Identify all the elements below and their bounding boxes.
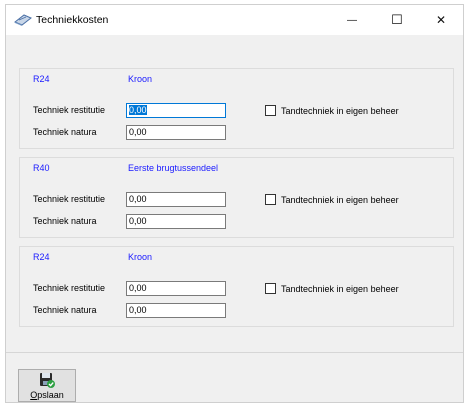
treatment-description: Eerste brugtussendeel bbox=[128, 163, 219, 173]
eigen-beheer-checkbox-row[interactable]: Tandtechniek in eigen beheer bbox=[265, 105, 399, 116]
natura-input[interactable]: 0,00 bbox=[126, 125, 226, 140]
save-button[interactable]: Opslaan bbox=[18, 369, 76, 402]
minimize-button[interactable]: — bbox=[330, 5, 374, 35]
restitutie-input[interactable]: 0,00 bbox=[126, 103, 226, 118]
natura-label: Techniek natura bbox=[33, 216, 97, 226]
restitutie-input[interactable]: 0,00 bbox=[126, 192, 226, 207]
eigen-beheer-checkbox[interactable] bbox=[265, 283, 276, 294]
maximize-icon: ☐ bbox=[391, 12, 403, 27]
treatment-code: R24 bbox=[33, 74, 50, 84]
maximize-button[interactable]: ☐ bbox=[375, 5, 419, 35]
treatment-group-1: R24 Kroon Techniek restitutie 0,00 Techn… bbox=[19, 68, 454, 149]
close-icon: ✕ bbox=[435, 13, 447, 27]
natura-input[interactable]: 0,00 bbox=[126, 214, 226, 229]
eigen-beheer-label: Tandtechniek in eigen beheer bbox=[281, 283, 399, 294]
treatment-description: Kroon bbox=[128, 252, 153, 262]
treatment-group-3: R24 Kroon Techniek restitutie 0,00 Techn… bbox=[19, 246, 454, 327]
title-bar[interactable]: Techniekkosten — ☐ ✕ bbox=[6, 5, 463, 35]
treatment-code: R40 bbox=[33, 163, 50, 173]
footer-separator bbox=[6, 352, 463, 353]
restitutie-label: Techniek restitutie bbox=[33, 194, 106, 204]
save-disk-icon bbox=[39, 372, 55, 388]
treatment-description: Kroon bbox=[128, 74, 153, 84]
techniekkosten-window: Techniekkosten — ☐ ✕ R24 Kroon Techniek … bbox=[5, 4, 464, 403]
natura-label: Techniek natura bbox=[33, 305, 97, 315]
treatment-code: R24 bbox=[33, 252, 50, 262]
restitutie-label: Techniek restitutie bbox=[33, 105, 106, 115]
eigen-beheer-label: Tandtechniek in eigen beheer bbox=[281, 194, 399, 205]
eigen-beheer-checkbox[interactable] bbox=[265, 194, 276, 205]
eigen-beheer-label: Tandtechniek in eigen beheer bbox=[281, 105, 399, 116]
minimize-icon: — bbox=[347, 14, 357, 26]
treatment-group-2: R40 Eerste brugtussendeel Techniek resti… bbox=[19, 157, 454, 238]
eigen-beheer-checkbox[interactable] bbox=[265, 105, 276, 116]
app-icon bbox=[14, 13, 32, 27]
restitutie-label: Techniek restitutie bbox=[33, 283, 106, 293]
eigen-beheer-checkbox-row[interactable]: Tandtechniek in eigen beheer bbox=[265, 283, 399, 294]
natura-label: Techniek natura bbox=[33, 127, 97, 137]
restitutie-value: 0,00 bbox=[129, 105, 147, 115]
eigen-beheer-checkbox-row[interactable]: Tandtechniek in eigen beheer bbox=[265, 194, 399, 205]
close-button[interactable]: ✕ bbox=[419, 5, 463, 35]
window-title: Techniekkosten bbox=[36, 14, 109, 26]
save-label: Opslaan bbox=[30, 389, 64, 400]
natura-input[interactable]: 0,00 bbox=[126, 303, 226, 318]
restitutie-input[interactable]: 0,00 bbox=[126, 281, 226, 296]
